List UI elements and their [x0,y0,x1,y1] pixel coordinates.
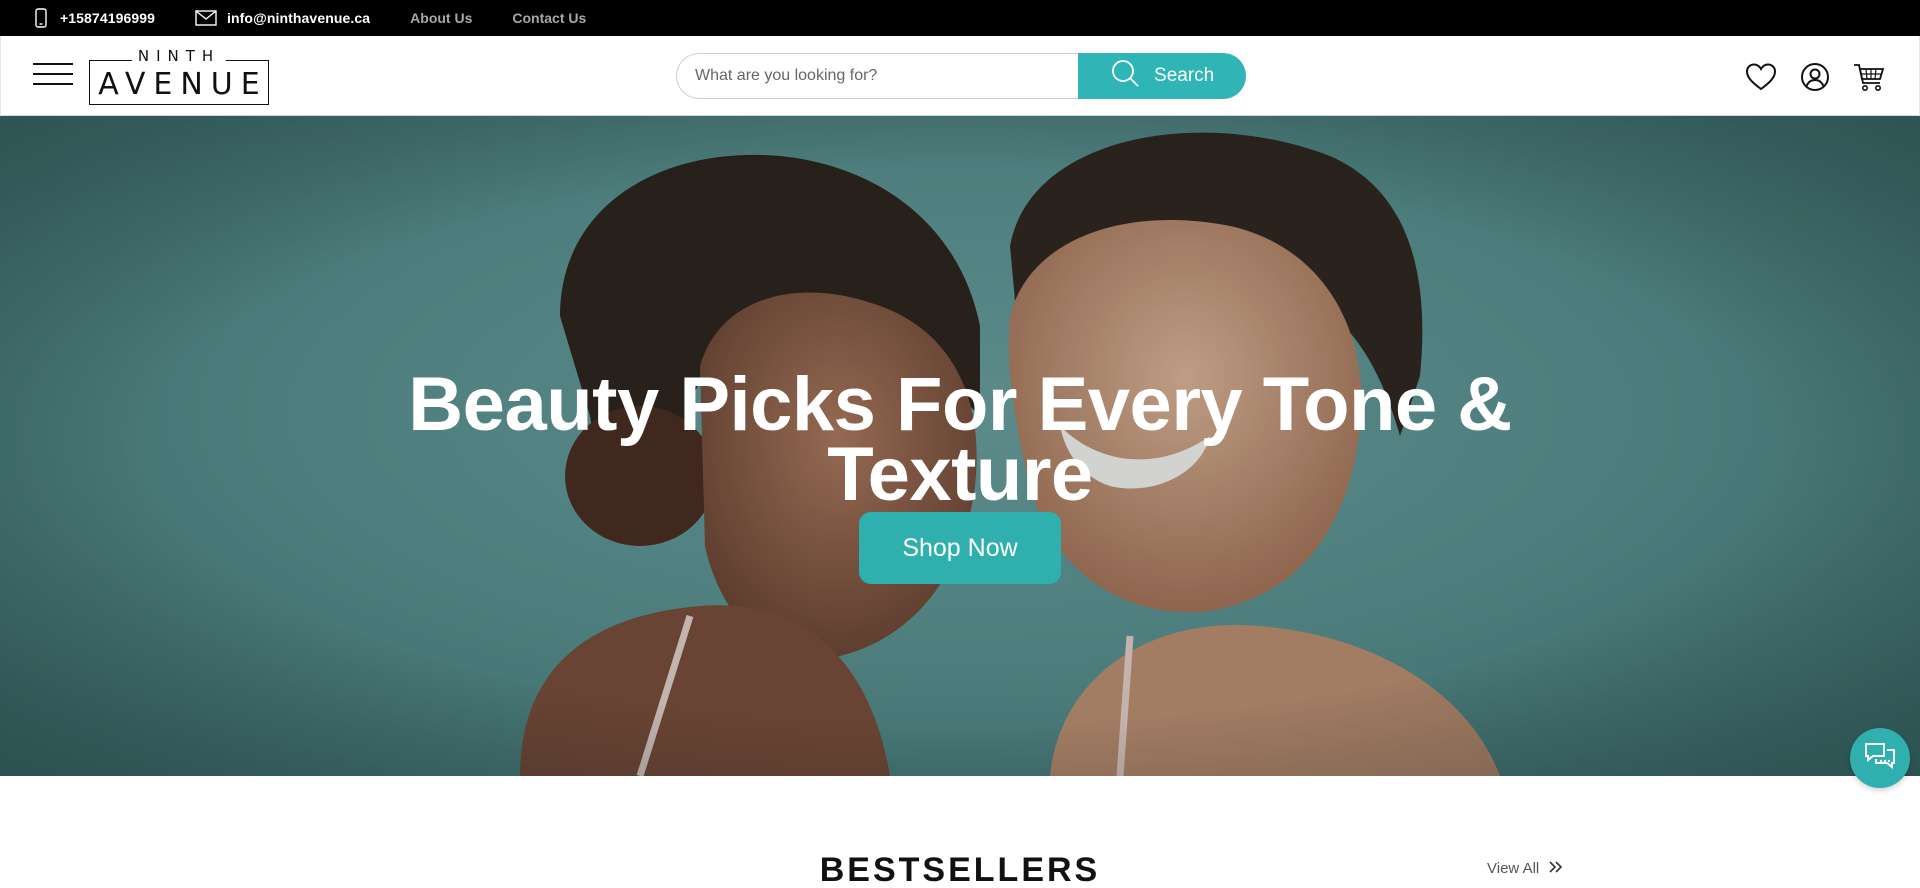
shop-now-button[interactable]: Shop Now [859,512,1061,584]
double-chevron-right-icon [1549,860,1563,877]
menu-icon[interactable] [33,62,75,88]
heart-icon[interactable] [1745,61,1777,93]
logo-top-word: NINTH [131,47,227,65]
cart-icon[interactable] [1853,61,1885,93]
hero-title: Beauty Picks For Every Tone & Texture [0,362,1920,517]
mail-icon [195,10,217,26]
contact-us-link[interactable]: Contact Us [512,10,586,26]
user-icon[interactable] [1799,61,1831,93]
site-logo[interactable]: NINTH AVENUE [89,47,269,105]
site-header: NINTH AVENUE Search [0,36,1920,116]
chat-button[interactable] [1850,728,1910,788]
view-all-label: View All [1487,860,1540,877]
phone-number[interactable]: +15874196999 [60,10,155,26]
hero-banner: Beauty Picks For Every Tone & Texture Sh… [0,116,1920,776]
search-button-label: Search [1154,65,1215,86]
about-us-link[interactable]: About Us [410,10,472,26]
phone-icon [32,8,50,28]
phone-contact[interactable]: +15874196999 [32,8,155,28]
hero-title-line-1: Beauty Picks For Every Tone & [408,362,1512,447]
search-bar: Search [676,53,1246,99]
search-input[interactable] [676,53,1079,99]
email-contact[interactable]: info@ninthavenue.ca [195,10,370,26]
chat-icon [1863,741,1897,776]
hero-title-line-2: Texture [827,432,1093,517]
header-actions [1745,61,1885,93]
search-icon [1110,58,1140,94]
bestsellers-title: BESTSELLERS [819,851,1101,888]
top-bar: +15874196999 info@ninthavenue.ca About U… [0,0,1920,36]
logo-main-word: AVENUE [98,67,268,102]
view-all-link[interactable]: View All [1487,860,1563,877]
search-button[interactable]: Search [1078,53,1246,99]
email-address[interactable]: info@ninthavenue.ca [227,10,370,26]
